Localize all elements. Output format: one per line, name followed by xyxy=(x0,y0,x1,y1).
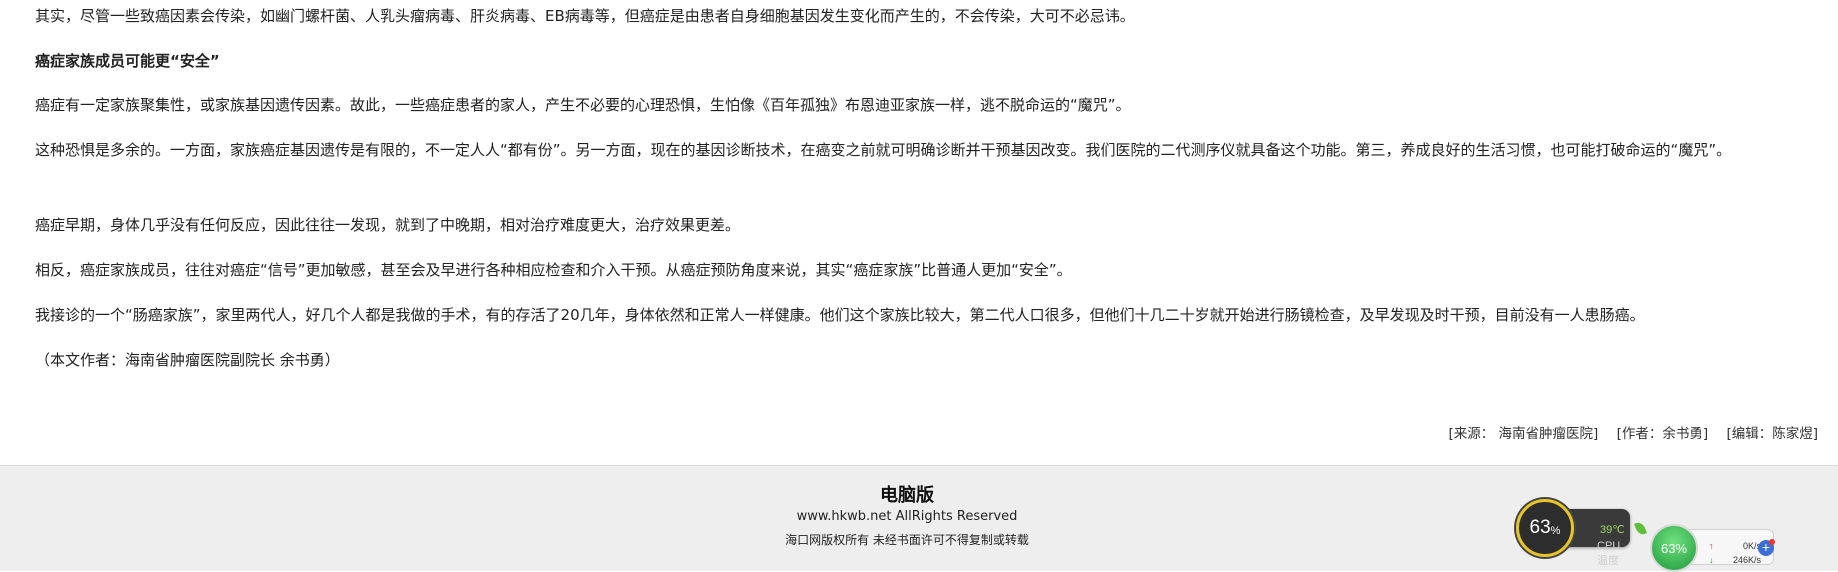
memory-usage-gauge: 63% xyxy=(1650,524,1698,572)
cpu-usage-value: 63 xyxy=(1529,517,1551,538)
cpu-monitor-widget[interactable]: 39℃ CPU温度 63% xyxy=(1516,499,1647,567)
editor-label: [编辑：陈家煜] xyxy=(1726,426,1818,442)
cpu-temperature-label: CPU温度 xyxy=(1597,540,1621,567)
article-subheading: 癌症家族成员可能更“安全” xyxy=(35,52,220,70)
article-author-note: （本文作者：海南省肿瘤医院副院长 余书勇） xyxy=(35,351,340,369)
article-paragraph: 其实，尽管一些致癌因素会传染，如幽门螺杆菌、人乳头瘤病毒、肝炎病毒、EB病毒等，… xyxy=(35,7,1135,25)
arrow-up-icon: ↑ xyxy=(1709,541,1714,551)
article-paragraph: 我接诊的一个“肠癌家族”，家里两代人，好几个人都是我做的手术，有的存活了20几年… xyxy=(35,306,1645,324)
cpu-usage-unit: % xyxy=(1550,525,1561,537)
article-paragraph: 相反，癌症家族成员，往往对癌症“信号”更加敏感，甚至会及早进行各种相应检查和介入… xyxy=(35,261,1072,279)
download-speed: 246K/s xyxy=(1732,555,1761,565)
article-paragraph: 癌症有一定家族聚集性，或家族基因遗传因素。故此，一些癌症患者的家人，产生不必要的… xyxy=(35,96,1131,114)
author-label: [作者：余书勇] xyxy=(1616,426,1709,442)
plus-icon[interactable]: + xyxy=(1758,539,1775,556)
article-paragraph: 这种恐惧是多余的。一方面，家族癌症基因遗传是有限的，不一定人人“都有份”。另一方… xyxy=(35,141,1732,159)
memory-usage-value: 63% xyxy=(1660,540,1688,556)
source-label: [来源： 海南省肿瘤医院] xyxy=(1448,426,1599,442)
article-meta: [来源： 海南省肿瘤医院] [作者：余书勇] [编辑：陈家煜] xyxy=(1434,422,1818,442)
arrow-down-icon: ↓ xyxy=(1709,555,1714,565)
article-paragraph: 癌症早期，身体几乎没有任何反应，因此往往一发现，就到了中晚期，相对治疗难度更大，… xyxy=(35,216,741,234)
cpu-usage-gauge: 63% xyxy=(1516,499,1574,557)
network-monitor-widget[interactable]: ↑ 0K/s ↓ 246K/s 63% + xyxy=(1650,524,1778,572)
cpu-temperature: 39℃ xyxy=(1600,524,1625,536)
